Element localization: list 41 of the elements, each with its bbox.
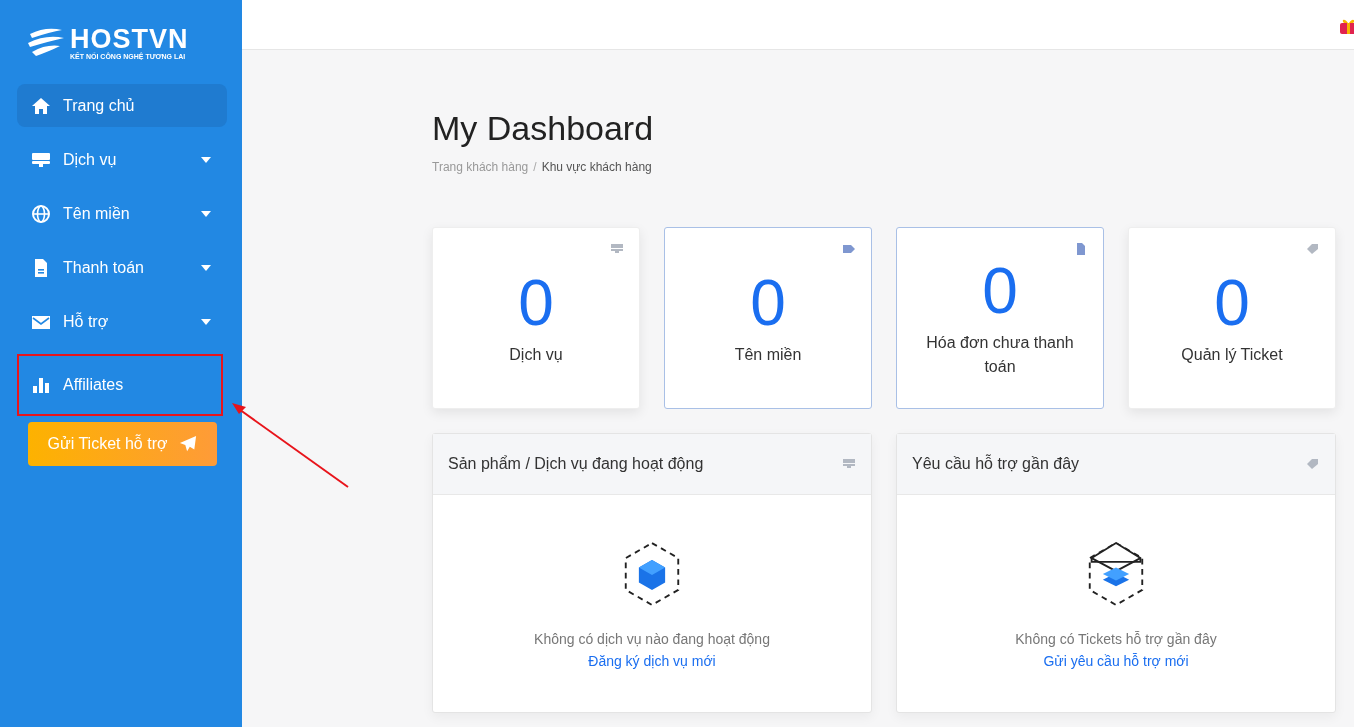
breadcrumb-current: Khu vực khách hàng (541, 160, 652, 174)
empty-message: Không có dịch vụ nào đang hoạt động (534, 631, 770, 647)
nav-item[interactable]: Affiliates (17, 354, 223, 416)
stat-label: Tên miền (734, 345, 802, 365)
paper-plane-icon (179, 435, 198, 453)
home-icon (31, 95, 51, 116)
panel-link[interactable]: Đăng ký dịch vụ mới (588, 653, 716, 669)
stat-card[interactable]: 0 Dịch vụ (432, 227, 640, 409)
panel-title: Sản phẩm / Dịch vụ đang hoạt động (448, 455, 704, 473)
tag-icon (1306, 458, 1320, 470)
stat-value: 0 (518, 269, 554, 337)
nav-item[interactable]: Dịch vụ (17, 138, 227, 181)
nav-item[interactable]: Trang chủ (17, 84, 227, 127)
panel-link[interactable]: Gửi yêu cầu hỗ trợ mới (1043, 653, 1189, 669)
stat-value: 0 (982, 257, 1018, 325)
envelope-icon (1086, 541, 1146, 607)
bar-chart-icon (31, 375, 51, 395)
stat-value: 0 (750, 269, 786, 337)
cube-icon (622, 541, 682, 607)
stat-label: Dịch vụ (509, 345, 563, 365)
logo-name: HOSTVN (70, 24, 189, 53)
nav-item[interactable]: Thanh toán (17, 246, 227, 289)
tag-icon (1306, 243, 1320, 255)
stat-card[interactable]: 0 Tên miền (664, 227, 872, 409)
page-title: My Dashboard (432, 108, 655, 148)
stat-card[interactable]: 0 Hóa đơn chưa thanh toán (896, 227, 1104, 409)
nav-item[interactable]: Tên miền (17, 192, 227, 235)
stat-card[interactable]: 0 Quản lý Ticket (1128, 227, 1336, 409)
breadcrumb-separator: / (533, 160, 537, 174)
document-icon (1074, 243, 1088, 255)
tag-icon (842, 243, 856, 255)
stat-value: 0 (1214, 269, 1250, 337)
stat-label: Quản lý Ticket (1181, 345, 1283, 365)
server-icon (610, 243, 624, 255)
panel-title: Yêu cầu hỗ trợ gần đây (912, 455, 1080, 473)
server-icon (842, 458, 856, 470)
globe-icon (31, 203, 51, 224)
stat-label: Hóa đơn chưa thanh toán (925, 333, 1075, 377)
nav-item[interactable]: Hỗ trợ (17, 300, 227, 343)
empty-message: Không có Tickets hỗ trợ gần đây (1015, 631, 1217, 647)
breadcrumb-link[interactable]: Trang khách hàng (432, 160, 529, 174)
